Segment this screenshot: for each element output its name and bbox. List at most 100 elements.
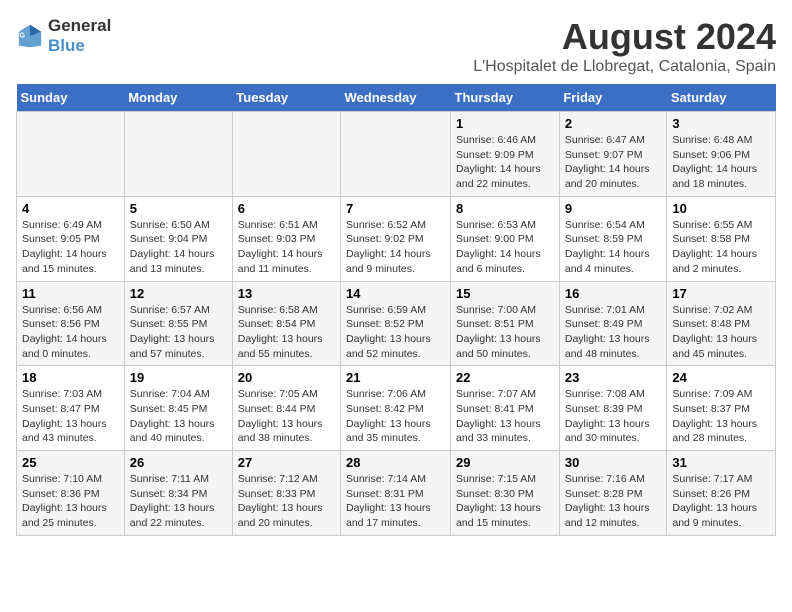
calendar-cell: 10 Sunrise: 6:55 AM Sunset: 8:58 PM Dayli…: [667, 196, 776, 281]
day-number: 6: [238, 201, 335, 216]
day-info: Sunrise: 7:17 AM Sunset: 8:26 PM Dayligh…: [672, 472, 770, 531]
day-number: 2: [565, 116, 662, 131]
calendar-cell: 26 Sunrise: 7:11 AM Sunset: 8:34 PM Dayli…: [124, 451, 232, 536]
calendar-cell: 27Sunrise: 7:12 AM Sunset: 8:33 PM Dayli…: [232, 451, 340, 536]
day-info: Sunrise: 6:53 AM Sunset: 9:00 PM Dayligh…: [456, 218, 554, 277]
day-number: 19: [130, 370, 227, 385]
day-info: Sunrise: 6:58 AM Sunset: 8:54 PM Dayligh…: [238, 303, 335, 362]
day-number: 31: [672, 455, 770, 470]
week-row-2: 4 Sunrise: 6:49 AM Sunset: 9:05 PM Daylig…: [17, 196, 776, 281]
day-number: 17: [672, 286, 770, 301]
header-monday: Monday: [124, 84, 232, 112]
day-info: Sunrise: 6:54 AM Sunset: 8:59 PM Dayligh…: [565, 218, 662, 277]
calendar-cell: 22 Sunrise: 7:07 AM Sunset: 8:41 PM Dayli…: [451, 366, 560, 451]
calendar-cell: 11 Sunrise: 6:56 AM Sunset: 8:56 PM Dayli…: [17, 281, 125, 366]
calendar-table: SundayMondayTuesdayWednesdayThursdayFrid…: [16, 84, 776, 536]
calendar-cell: 13 Sunrise: 6:58 AM Sunset: 8:54 PM Dayli…: [232, 281, 340, 366]
day-number: 10: [672, 201, 770, 216]
day-info: Sunrise: 6:56 AM Sunset: 8:56 PM Dayligh…: [22, 303, 119, 362]
calendar-cell: 7Sunrise: 6:52 AM Sunset: 9:02 PM Daylig…: [341, 196, 451, 281]
day-info: Sunrise: 7:02 AM Sunset: 8:48 PM Dayligh…: [672, 303, 770, 362]
svg-text:G: G: [20, 32, 26, 39]
day-number: 28: [346, 455, 445, 470]
day-number: 18: [22, 370, 119, 385]
calendar-cell: 30Sunrise: 7:16 AM Sunset: 8:28 PM Dayli…: [559, 451, 667, 536]
day-number: 30: [565, 455, 662, 470]
day-info: Sunrise: 6:55 AM Sunset: 8:58 PM Dayligh…: [672, 218, 770, 277]
calendar-cell: 20Sunrise: 7:05 AM Sunset: 8:44 PM Dayli…: [232, 366, 340, 451]
week-row-3: 11 Sunrise: 6:56 AM Sunset: 8:56 PM Dayli…: [17, 281, 776, 366]
day-number: 13: [238, 286, 335, 301]
day-number: 4: [22, 201, 119, 216]
header-sunday: Sunday: [17, 84, 125, 112]
day-info: Sunrise: 7:08 AM Sunset: 8:39 PM Dayligh…: [565, 387, 662, 446]
day-info: Sunrise: 7:09 AM Sunset: 8:37 PM Dayligh…: [672, 387, 770, 446]
subtitle: L'Hospitalet de Llobregat, Catalonia, Sp…: [473, 58, 776, 76]
calendar-cell: 14 Sunrise: 6:59 AM Sunset: 8:52 PM Dayli…: [341, 281, 451, 366]
day-number: 29: [456, 455, 554, 470]
logo: G General Blue: [16, 16, 111, 56]
day-number: 7: [346, 201, 445, 216]
calendar-cell: 25Sunrise: 7:10 AM Sunset: 8:36 PM Dayli…: [17, 451, 125, 536]
day-number: 26: [130, 455, 227, 470]
day-number: 12: [130, 286, 227, 301]
day-info: Sunrise: 7:14 AM Sunset: 8:31 PM Dayligh…: [346, 472, 445, 531]
day-info: Sunrise: 7:11 AM Sunset: 8:34 PM Dayligh…: [130, 472, 227, 531]
day-info: Sunrise: 7:10 AM Sunset: 8:36 PM Dayligh…: [22, 472, 119, 531]
week-row-4: 18Sunrise: 7:03 AM Sunset: 8:47 PM Dayli…: [17, 366, 776, 451]
day-number: 24: [672, 370, 770, 385]
calendar-cell: 24 Sunrise: 7:09 AM Sunset: 8:37 PM Dayli…: [667, 366, 776, 451]
header-friday: Friday: [559, 84, 667, 112]
calendar-cell: 21 Sunrise: 7:06 AM Sunset: 8:42 PM Dayli…: [341, 366, 451, 451]
calendar-cell: [17, 112, 125, 197]
day-info: Sunrise: 6:46 AM Sunset: 9:09 PM Dayligh…: [456, 133, 554, 192]
day-number: 15: [456, 286, 554, 301]
day-info: Sunrise: 6:48 AM Sunset: 9:06 PM Dayligh…: [672, 133, 770, 192]
day-number: 22: [456, 370, 554, 385]
calendar-cell: 28 Sunrise: 7:14 AM Sunset: 8:31 PM Dayli…: [341, 451, 451, 536]
day-number: 16: [565, 286, 662, 301]
calendar-cell: 16 Sunrise: 7:01 AM Sunset: 8:49 PM Dayli…: [559, 281, 667, 366]
day-info: Sunrise: 7:04 AM Sunset: 8:45 PM Dayligh…: [130, 387, 227, 446]
logo-text: General Blue: [48, 16, 111, 56]
calendar-header-row: SundayMondayTuesdayWednesdayThursdayFrid…: [17, 84, 776, 112]
day-number: 1: [456, 116, 554, 131]
calendar-cell: 1 Sunrise: 6:46 AM Sunset: 9:09 PM Daylig…: [451, 112, 560, 197]
calendar-cell: 6Sunrise: 6:51 AM Sunset: 9:03 PM Daylig…: [232, 196, 340, 281]
day-number: 14: [346, 286, 445, 301]
day-info: Sunrise: 7:01 AM Sunset: 8:49 PM Dayligh…: [565, 303, 662, 362]
day-info: Sunrise: 7:06 AM Sunset: 8:42 PM Dayligh…: [346, 387, 445, 446]
header-wednesday: Wednesday: [341, 84, 451, 112]
calendar-cell: 3Sunrise: 6:48 AM Sunset: 9:06 PM Daylig…: [667, 112, 776, 197]
calendar-cell: 15 Sunrise: 7:00 AM Sunset: 8:51 PM Dayli…: [451, 281, 560, 366]
day-info: Sunrise: 7:05 AM Sunset: 8:44 PM Dayligh…: [238, 387, 335, 446]
calendar-cell: 9 Sunrise: 6:54 AM Sunset: 8:59 PM Daylig…: [559, 196, 667, 281]
calendar-cell: 8Sunrise: 6:53 AM Sunset: 9:00 PM Daylig…: [451, 196, 560, 281]
day-number: 9: [565, 201, 662, 216]
week-row-1: 1 Sunrise: 6:46 AM Sunset: 9:09 PM Daylig…: [17, 112, 776, 197]
day-info: Sunrise: 7:12 AM Sunset: 8:33 PM Dayligh…: [238, 472, 335, 531]
calendar-cell: [232, 112, 340, 197]
day-info: Sunrise: 6:59 AM Sunset: 8:52 PM Dayligh…: [346, 303, 445, 362]
day-info: Sunrise: 6:47 AM Sunset: 9:07 PM Dayligh…: [565, 133, 662, 192]
calendar-cell: 31 Sunrise: 7:17 AM Sunset: 8:26 PM Dayli…: [667, 451, 776, 536]
page-header: G General Blue August 2024 L'Hospitalet …: [16, 16, 776, 76]
day-number: 11: [22, 286, 119, 301]
calendar-cell: 5Sunrise: 6:50 AM Sunset: 9:04 PM Daylig…: [124, 196, 232, 281]
calendar-cell: 12Sunrise: 6:57 AM Sunset: 8:55 PM Dayli…: [124, 281, 232, 366]
day-number: 5: [130, 201, 227, 216]
day-number: 23: [565, 370, 662, 385]
day-info: Sunrise: 7:00 AM Sunset: 8:51 PM Dayligh…: [456, 303, 554, 362]
day-number: 21: [346, 370, 445, 385]
calendar-cell: 17 Sunrise: 7:02 AM Sunset: 8:48 PM Dayli…: [667, 281, 776, 366]
day-info: Sunrise: 7:15 AM Sunset: 8:30 PM Dayligh…: [456, 472, 554, 531]
day-info: Sunrise: 7:07 AM Sunset: 8:41 PM Dayligh…: [456, 387, 554, 446]
main-title: August 2024: [473, 16, 776, 58]
header-tuesday: Tuesday: [232, 84, 340, 112]
header-thursday: Thursday: [451, 84, 560, 112]
calendar-cell: 23 Sunrise: 7:08 AM Sunset: 8:39 PM Dayli…: [559, 366, 667, 451]
day-info: Sunrise: 6:49 AM Sunset: 9:05 PM Dayligh…: [22, 218, 119, 277]
calendar-cell: 4 Sunrise: 6:49 AM Sunset: 9:05 PM Daylig…: [17, 196, 125, 281]
calendar-cell: 2 Sunrise: 6:47 AM Sunset: 9:07 PM Daylig…: [559, 112, 667, 197]
calendar-cell: 29 Sunrise: 7:15 AM Sunset: 8:30 PM Dayli…: [451, 451, 560, 536]
